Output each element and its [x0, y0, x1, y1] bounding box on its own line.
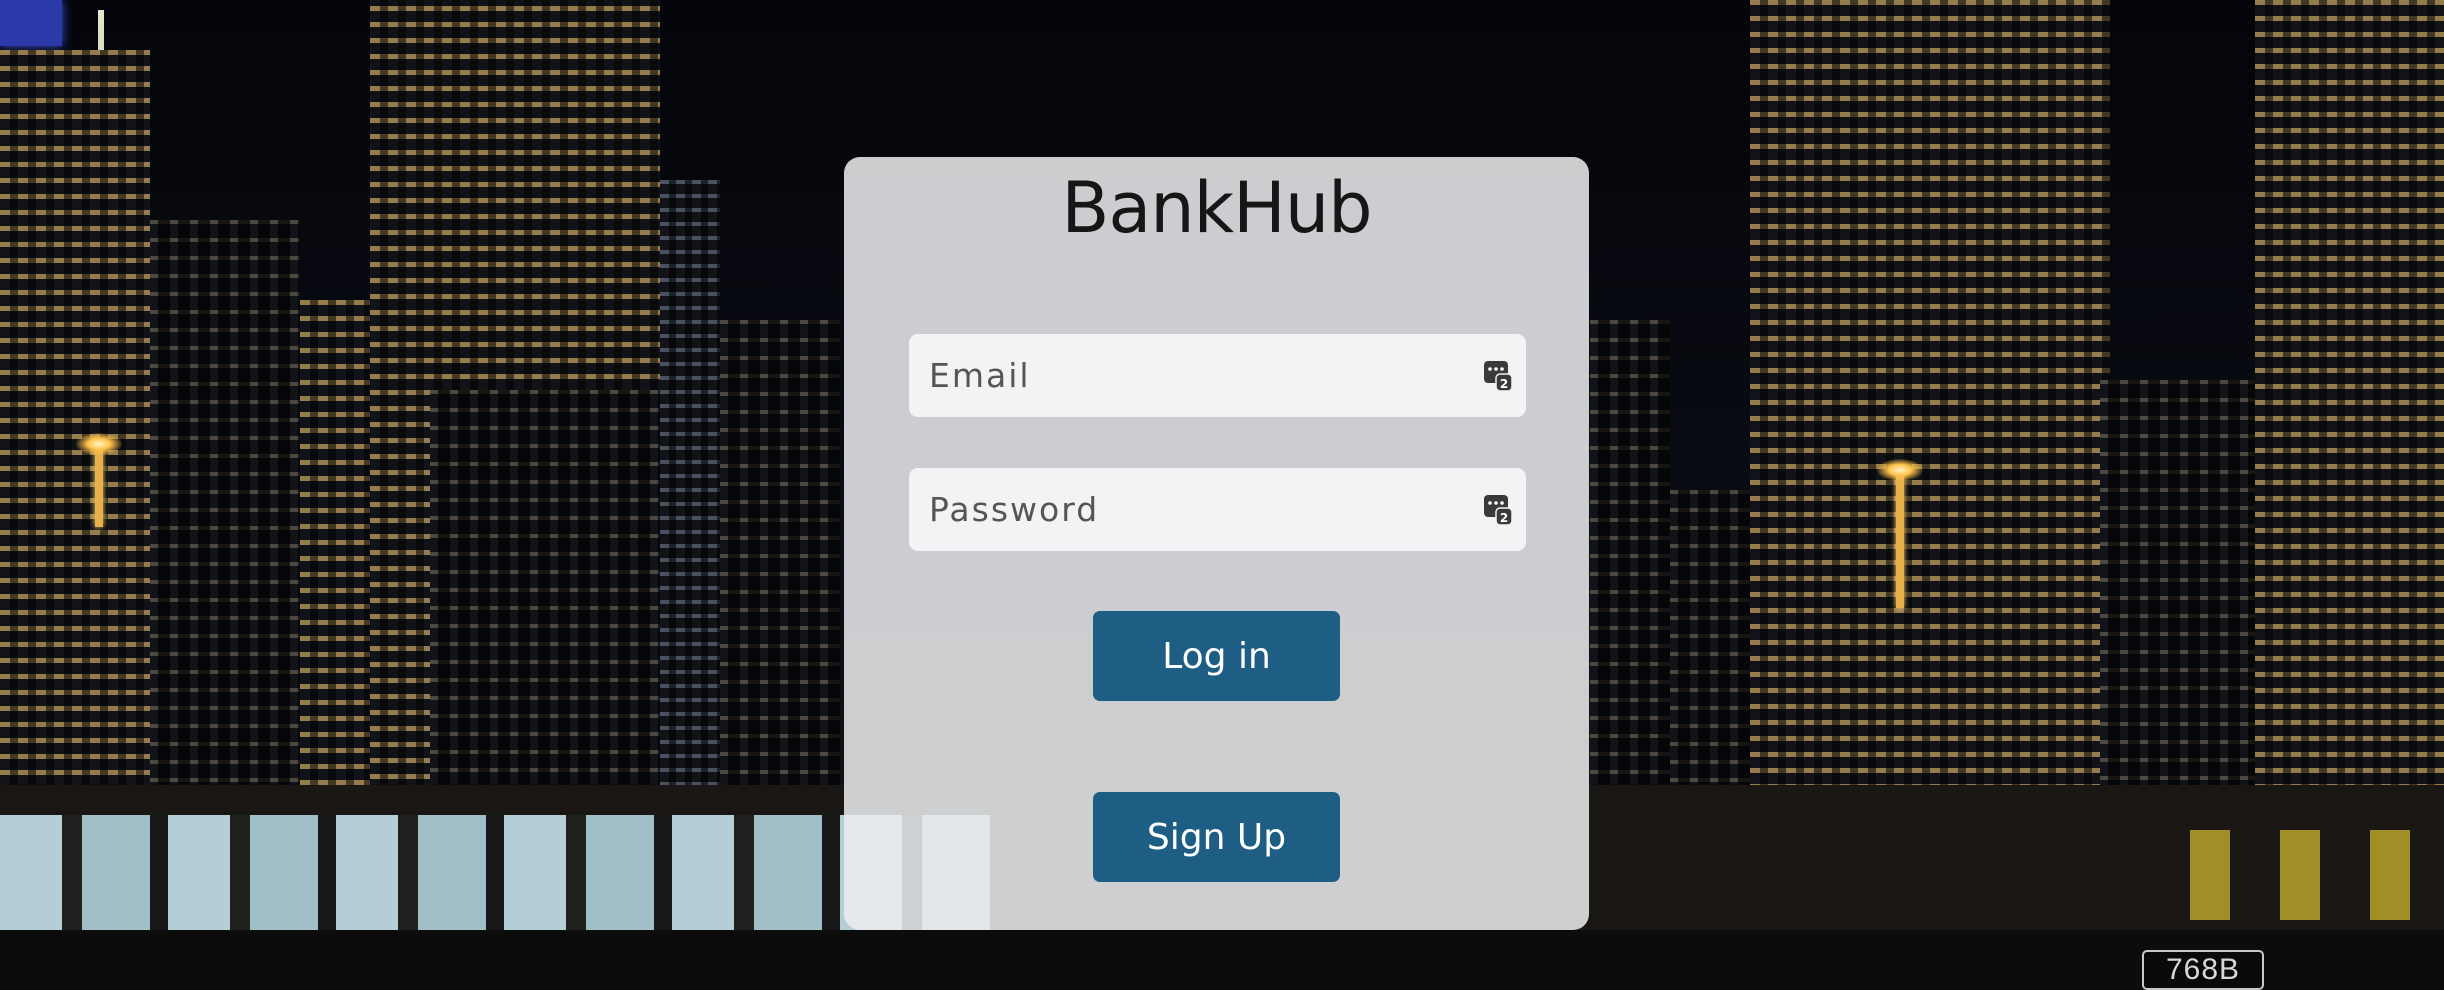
building [2100, 380, 2260, 820]
password-autofill-key-icon[interactable]: 2 [1483, 492, 1513, 526]
signup-button[interactable]: Sign Up [1093, 792, 1340, 882]
brand-title: BankHub [1061, 167, 1372, 249]
building [1590, 320, 1670, 820]
street-lamp [95, 447, 103, 527]
email-field-container: 2 [909, 334, 1526, 417]
building [2255, 0, 2444, 820]
blue-neon-sign [0, 0, 62, 46]
password-autofill-key-icon[interactable]: 2 [1483, 358, 1513, 392]
svg-text:2: 2 [1500, 377, 1508, 391]
graffiti-lettering [2190, 830, 2440, 920]
svg-text:2: 2 [1500, 511, 1508, 525]
password-field-container: 2 [909, 468, 1526, 551]
sign-plate: 768B [2142, 950, 2264, 990]
login-card: BankHub 2 2 Log in Sign Up [844, 157, 1589, 930]
building [150, 220, 300, 820]
building [1750, 0, 2110, 820]
password-input[interactable] [909, 468, 1526, 551]
building [0, 50, 150, 820]
login-button[interactable]: Log in [1093, 611, 1340, 701]
street-lamp [1896, 473, 1904, 608]
email-input[interactable] [909, 334, 1526, 417]
building [720, 320, 840, 820]
ground [0, 930, 2444, 990]
building [660, 180, 720, 820]
